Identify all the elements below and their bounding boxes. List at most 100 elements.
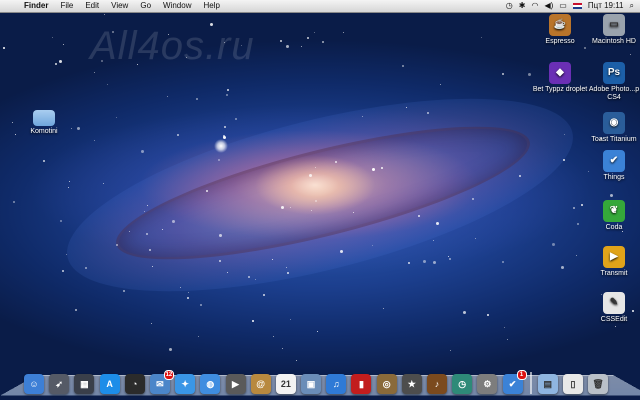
desktop-icon-label: Toast Titanium — [591, 136, 637, 143]
garageband-guitar-icon[interactable]: ♪ — [427, 374, 447, 394]
star — [188, 292, 189, 293]
desktop-app-icon[interactable]: ❦ Coda — [584, 200, 640, 232]
documents-stack-icon[interactable]: ▯ — [562, 374, 583, 394]
star — [52, 37, 53, 38]
star — [149, 249, 151, 251]
desktop-app-icon[interactable]: ◉ Toast Titanium — [584, 112, 640, 144]
star — [198, 336, 199, 337]
menu-view[interactable]: View — [105, 0, 134, 12]
star — [172, 220, 175, 223]
star — [290, 207, 291, 208]
trash-icon[interactable]: 🗑 — [588, 374, 609, 394]
app-store-icon[interactable]: A — [99, 374, 120, 394]
desktop-app-icon[interactable]: ▭ Macintosh HD — [584, 14, 640, 46]
mission-control-icon[interactable]: ▦ — [74, 374, 95, 394]
star — [381, 167, 383, 169]
star — [502, 261, 504, 263]
star — [406, 107, 407, 108]
calendar-icon[interactable]: 21 — [275, 374, 296, 394]
star — [60, 220, 62, 222]
imovie-star-icon[interactable]: ★ — [401, 374, 422, 394]
star — [66, 254, 67, 255]
droplet-icon: ◆ — [549, 62, 571, 84]
star — [144, 211, 145, 212]
desktop-app-icon[interactable]: ☕ Espresso — [530, 14, 590, 46]
battery-icon[interactable]: ▭ — [559, 0, 567, 12]
address-book-icon[interactable]: @ — [250, 374, 271, 394]
menu-app-name[interactable]: Finder — [18, 0, 54, 12]
star — [408, 262, 410, 264]
ichat-icon[interactable]: ◍ — [200, 374, 221, 394]
menu-clock[interactable]: Пцт 19:11 — [588, 0, 624, 12]
folder-icon — [33, 110, 55, 126]
star — [552, 243, 555, 246]
star — [255, 279, 256, 280]
star — [263, 294, 265, 296]
preview-icon[interactable]: ▣ — [301, 374, 322, 394]
star — [610, 194, 613, 197]
menu-go[interactable]: Go — [134, 0, 157, 12]
star — [107, 84, 108, 85]
launchpad-rocket-icon[interactable]: ➶ — [49, 374, 70, 394]
things-dock-icon[interactable]: ✔ 1 — [502, 370, 527, 394]
star — [177, 134, 179, 136]
desktop-app-icon[interactable]: ✎ CSSEdit — [584, 292, 640, 324]
star — [248, 276, 250, 278]
star — [584, 47, 586, 49]
facetime-icon[interactable]: ▶ — [225, 374, 246, 394]
hard-drive-icon: ▭ — [603, 14, 625, 36]
desktop-app-icon[interactable]: ✔ Things — [584, 150, 640, 182]
safari-compass-icon[interactable]: ✦ — [175, 374, 196, 394]
star — [273, 336, 274, 337]
desktop-icon-label: Espresso — [545, 38, 575, 45]
spotlight-search-icon[interactable]: ⌕ — [630, 0, 634, 12]
desktop-folder-komotini[interactable]: Komotini — [14, 106, 74, 136]
photo-booth-icon[interactable]: ▮ — [351, 374, 372, 394]
desktop-icon-label: Macintosh HD — [592, 38, 636, 45]
desktop-icon-label: Transmit — [600, 270, 628, 277]
star — [282, 348, 283, 349]
desktop-app-icon[interactable]: Ps Adobe Photo...p CS4 — [584, 62, 640, 102]
star — [436, 222, 439, 225]
wifi-icon[interactable]: ◠ — [531, 0, 538, 12]
time-machine-icon[interactable]: ◷ — [452, 374, 473, 394]
star — [68, 187, 69, 188]
dashboard-icon[interactable]: ◔ — [124, 374, 145, 394]
star — [272, 259, 273, 260]
photoshop-icon: Ps — [603, 62, 625, 84]
star — [475, 238, 476, 239]
menu-file[interactable]: File — [54, 0, 79, 12]
menu-help[interactable]: Help — [197, 0, 225, 12]
espresso-icon: ☕ — [549, 14, 571, 36]
star — [94, 72, 95, 73]
star — [75, 309, 77, 311]
star — [227, 272, 228, 273]
itunes-icon[interactable]: ♫ — [326, 374, 347, 394]
star — [129, 231, 130, 232]
star — [226, 94, 228, 96]
star — [286, 45, 289, 48]
desktop-icon-label: Adobe Photo...p CS4 — [588, 86, 640, 101]
star — [146, 233, 148, 235]
star — [315, 200, 317, 202]
menu-edit[interactable]: Edit — [79, 0, 105, 12]
star — [314, 32, 315, 33]
mail-icon[interactable]: ✉ 12 — [149, 370, 174, 394]
star — [372, 168, 375, 171]
finder-icon[interactable]: ☺ — [24, 374, 44, 394]
menu-window[interactable]: Window — [157, 0, 197, 12]
iphoto-icon[interactable]: ◎ — [376, 374, 397, 394]
bluetooth-icon[interactable]: ✱ — [519, 0, 526, 12]
system-preferences-icon[interactable]: ⚙ — [477, 374, 498, 394]
desktop-app-icon[interactable]: ▶ Transmit — [584, 246, 640, 278]
applications-folder-icon[interactable]: ▤ — [537, 374, 558, 394]
star — [507, 339, 508, 340]
desktop-app-icon[interactable]: ◆ Bet Typpz droplet — [530, 62, 590, 94]
time-machine-status-icon[interactable]: ◷ — [506, 0, 513, 12]
volume-icon[interactable]: ◀) — [544, 0, 553, 12]
star — [219, 260, 221, 262]
star — [116, 117, 117, 118]
input-source-flag-icon[interactable] — [572, 3, 582, 9]
star — [307, 37, 309, 39]
star — [577, 223, 579, 225]
